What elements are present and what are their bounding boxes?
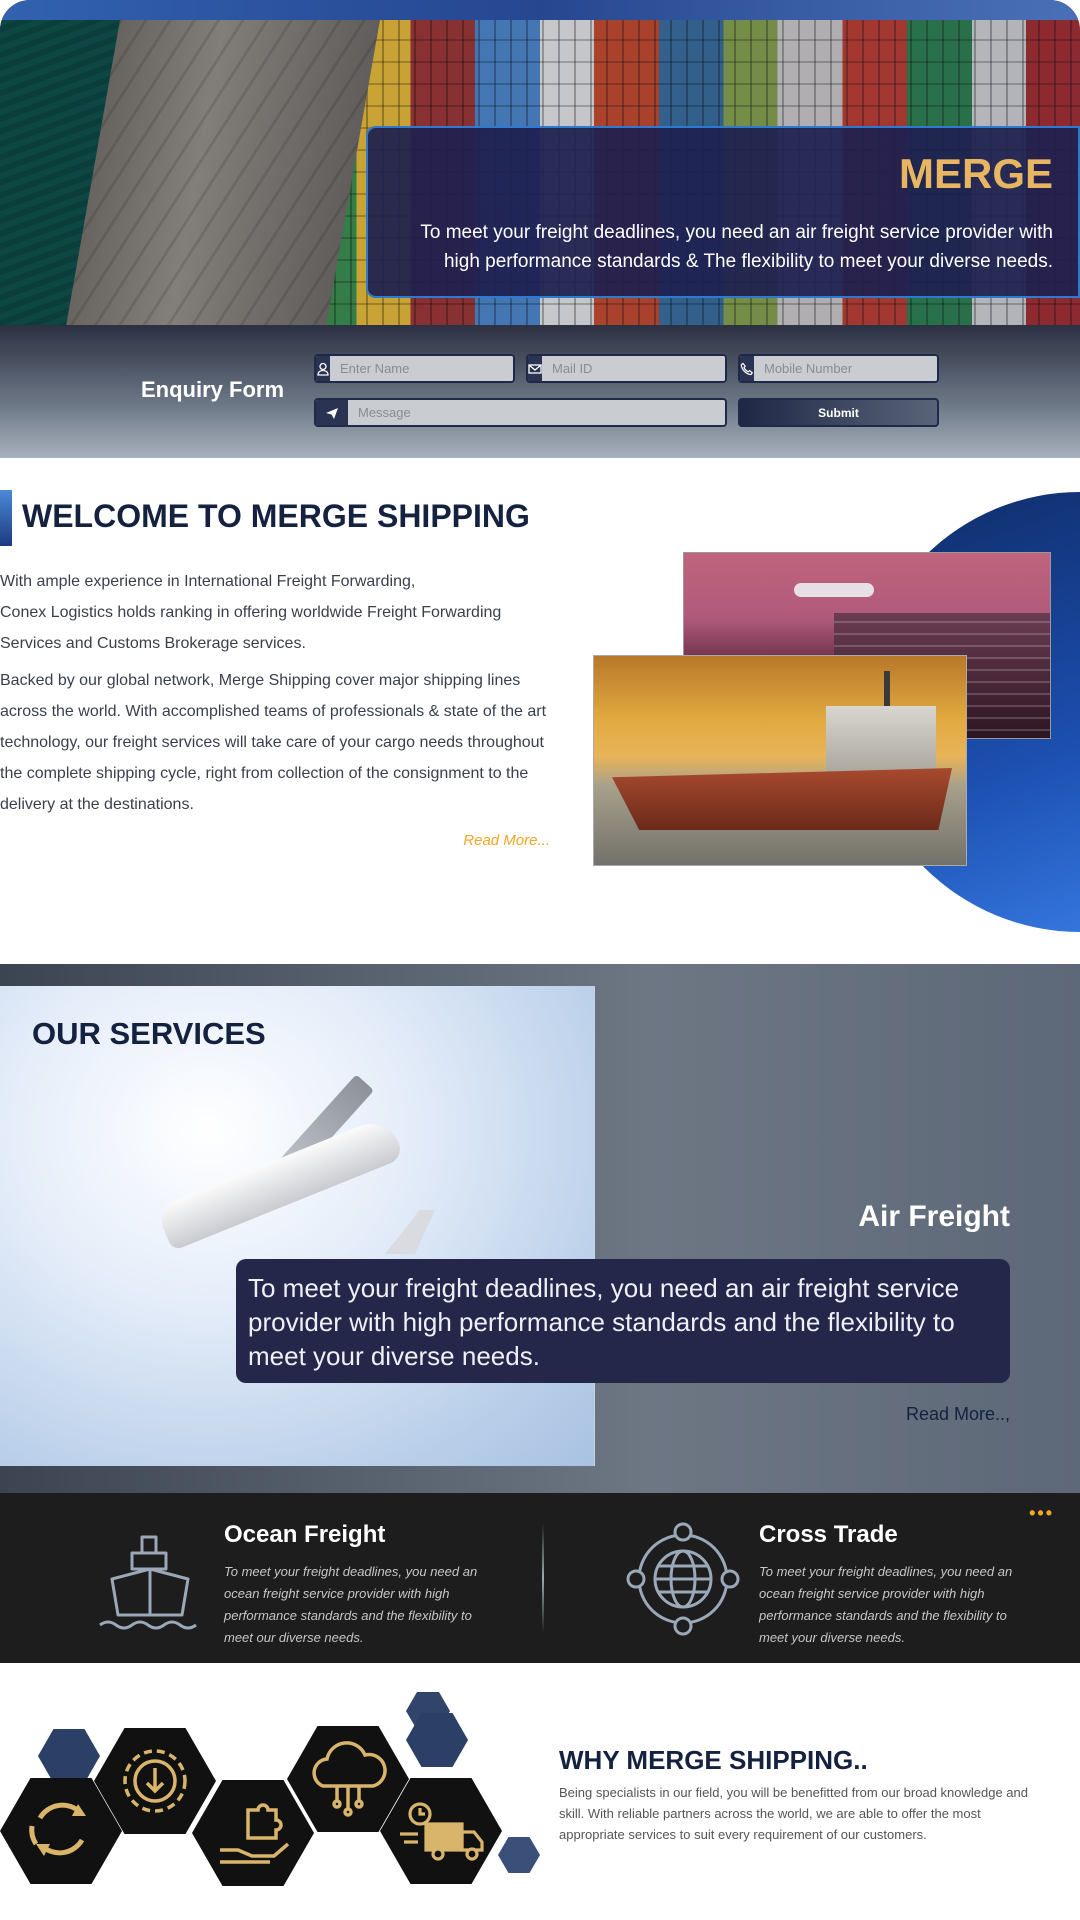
hero-description: To meet your freight deadlines, you need… (420, 222, 1053, 272)
ocean-freight-desc: To meet your freight deadlines, you need… (224, 1564, 478, 1645)
featured-service-title: Air Freight (858, 1200, 1010, 1233)
why-description: Being specialists in our field, you will… (559, 1785, 1028, 1842)
services-read-more-link[interactable]: Read More.., (906, 1404, 1010, 1425)
send-icon (316, 400, 348, 425)
welcome-para-1: With ample experience in International F… (0, 573, 502, 652)
user-icon (316, 356, 330, 381)
welcome-read-more-link[interactable]: Read More... (463, 832, 550, 849)
ocean-freight-title: Ocean Freight (224, 1521, 386, 1548)
globe-icon (626, 1522, 740, 1636)
card-divider (542, 1523, 544, 1633)
plane-silhouette (794, 583, 874, 597)
mail-field[interactable] (526, 354, 727, 383)
mobile-input[interactable] (754, 356, 937, 381)
ship-photo (593, 655, 967, 866)
mail-icon (528, 356, 542, 381)
decorative-hexagon (498, 1837, 540, 1873)
featured-service-description: To meet your freight deadlines, you need… (236, 1259, 1010, 1383)
ship-icon (99, 1535, 197, 1630)
enquiry-title: Enquiry Form (141, 377, 285, 402)
decorative-hexagon (38, 1729, 100, 1783)
phone-icon (740, 356, 754, 381)
services-title: OUR SERVICES (32, 1016, 266, 1051)
welcome-title: WELCOME TO MERGE SHIPPING (22, 498, 530, 534)
why-title: WHY MERGE SHIPPING.. (559, 1745, 868, 1775)
hero-title: MERGE (898, 150, 1053, 197)
submit-button[interactable]: Submit (738, 398, 939, 427)
hand-puzzle-icon (192, 1780, 314, 1886)
message-input[interactable] (348, 400, 725, 425)
hero-panel: MERGE To meet your freight deadlines, yo… (366, 126, 1080, 298)
welcome-accent-bar (0, 490, 12, 546)
cross-trade-title: Cross Trade (759, 1521, 898, 1548)
message-field[interactable] (314, 398, 727, 427)
mail-input[interactable] (542, 356, 725, 381)
hero-banner: MERGE To meet your freight deadlines, yo… (0, 0, 1080, 325)
mobile-field[interactable] (738, 354, 939, 383)
more-dots-icon[interactable]: ••• (1029, 1503, 1054, 1524)
name-field[interactable] (314, 354, 515, 383)
services-image-panel (0, 986, 595, 1466)
welcome-para-2: Backed by our global network, Merge Ship… (0, 672, 547, 813)
name-input[interactable] (330, 356, 513, 381)
enquiry-form: Enquiry Form (0, 325, 1080, 458)
cross-trade-desc: To meet your freight deadlines, you need… (759, 1564, 1013, 1645)
